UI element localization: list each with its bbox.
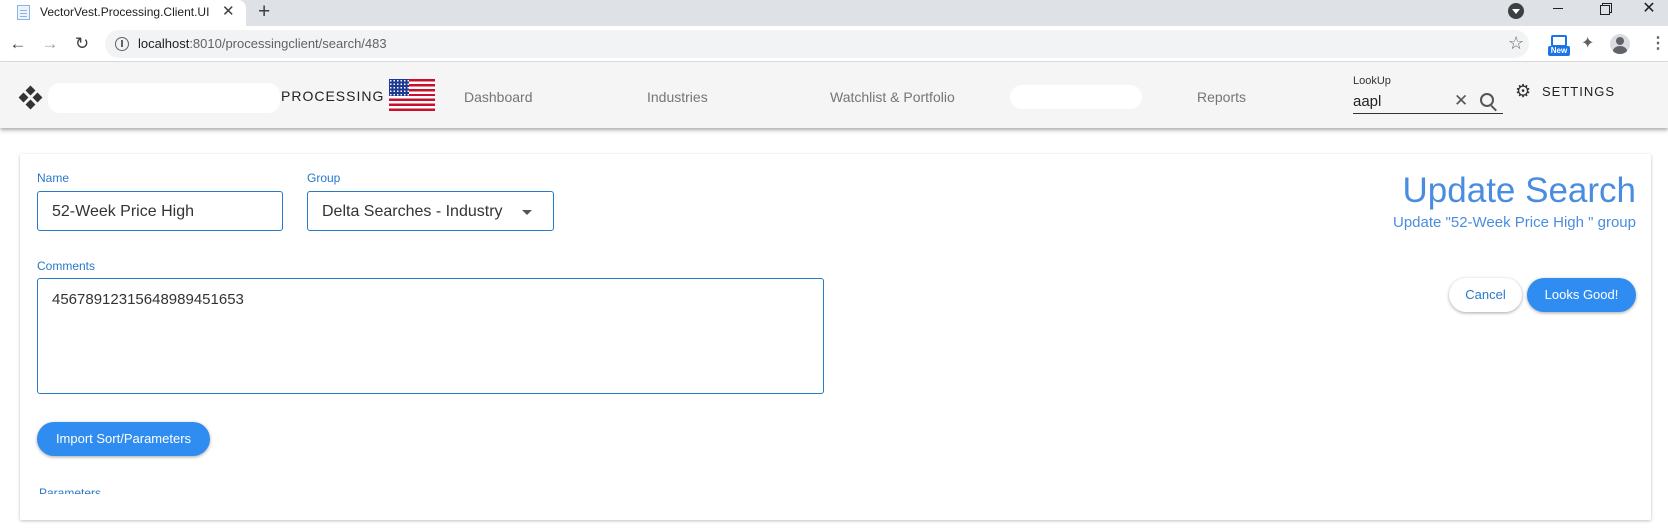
cancel-button[interactable]: Cancel [1449,278,1522,312]
address-bar[interactable]: localhost:8010/processingclient/search/4… [105,30,1529,58]
browser-toolbar: ← → ↻ localhost:8010/processingclient/se… [0,26,1668,62]
window-restore-button[interactable] [1582,0,1628,26]
clear-icon[interactable]: ✕ [1454,91,1468,111]
app-header: PROCESSING Dashboard Industries Watchlis… [0,63,1668,128]
page-subtitle: Update "52-Week Price High " group [1393,214,1636,231]
search-icon[interactable] [1480,93,1494,107]
tab-title: VectorVest.Processing.Client.UI [40,5,210,19]
screen-capture-extension-icon[interactable]: New [1548,33,1570,57]
lookup-input[interactable]: aapl ✕ [1353,91,1503,114]
url-host: localhost [138,36,190,51]
comments-label: Comments [37,259,96,273]
new-tab-button[interactable]: + [258,0,270,24]
profile-avatar-icon[interactable] [1610,34,1630,54]
update-search-card: Name 52-Week Price High Group Delta Sear… [20,154,1651,520]
nav-dashboard[interactable]: Dashboard [464,89,533,105]
window-minimize-button[interactable] [1535,0,1581,26]
bookmark-star-icon[interactable]: ☆ [1508,33,1524,53]
comments-value: 45678912315648989451653 [52,291,244,308]
app-logo-icon[interactable] [18,85,43,110]
site-info-icon[interactable] [115,37,129,51]
group-label: Group [307,171,341,185]
import-sort-parameters-button[interactable]: Import Sort/Parameters [37,422,210,456]
nav-reports[interactable]: Reports [1197,89,1246,105]
nav-watchlist-portfolio[interactable]: Watchlist & Portfolio [830,89,955,105]
extensions-puzzle-icon[interactable]: ✦ [1581,35,1594,53]
nav-industries[interactable]: Industries [647,89,708,105]
reload-icon[interactable]: ↻ [70,32,94,56]
lookup-label: LookUp [1353,75,1391,87]
group-value: Delta Searches - Industry [322,203,503,220]
browser-menu-kebab-icon[interactable]: ⋮ [1650,35,1666,53]
name-value: 52-Week Price High [52,203,194,220]
looks-good-button[interactable]: Looks Good! [1527,278,1636,312]
redacted-area [48,83,280,113]
group-select[interactable]: Delta Searches - Industry [307,191,554,231]
url-path: :8010/processingclient/search/483 [189,36,387,51]
lookup-value[interactable]: aapl [1353,93,1381,110]
forward-arrow-icon[interactable]: → [38,32,62,56]
us-flag-icon[interactable] [389,79,435,111]
page-favicon-icon [17,5,30,20]
parameters-tab[interactable]: Parameters [37,486,127,494]
browser-tabstrip: VectorVest.Processing.Client.UI ✕ + ✕ [0,0,1668,26]
url-text[interactable]: localhost:8010/processingclient/search/4… [138,36,387,51]
brand-title: PROCESSING [281,88,385,104]
tab-search-icon[interactable] [1508,3,1524,19]
window-close-button[interactable]: ✕ [1626,0,1668,26]
new-badge: New [1548,46,1570,56]
page-title: Update Search [1402,171,1636,210]
name-input[interactable]: 52-Week Price High [37,191,283,231]
back-arrow-icon[interactable]: ← [6,32,30,56]
parameters-tab-label: Parameters [39,486,102,494]
gear-icon: ⚙ [1515,81,1532,101]
redacted-nav-item [1010,85,1142,109]
browser-tab[interactable]: VectorVest.Processing.Client.UI ✕ [0,0,246,26]
chevron-down-icon[interactable] [522,210,532,215]
name-label: Name [37,171,70,185]
tab-close-icon[interactable]: ✕ [222,2,235,22]
comments-textarea[interactable]: 45678912315648989451653 [37,278,824,394]
settings-label: SETTINGS [1542,84,1616,99]
